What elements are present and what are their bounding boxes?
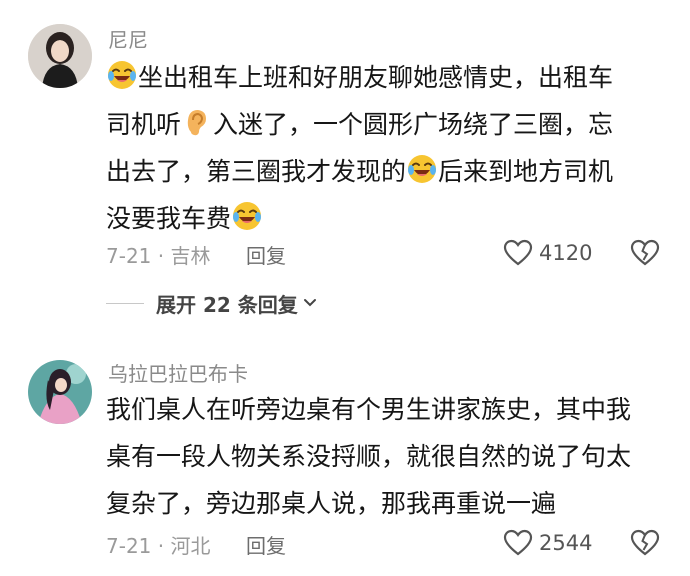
comment-text-segment: 坐出租车上班和好朋友聊她感情史，出租车 xyxy=(138,63,614,92)
heart-outline-icon xyxy=(503,239,533,266)
username[interactable]: 尼尼 xyxy=(108,28,148,52)
comment-meta: 7-21 · 河北 回复 2544 xyxy=(106,528,670,558)
avatar[interactable] xyxy=(28,24,92,88)
comment-text-segment: 没要我车费 xyxy=(106,204,232,233)
like-count: 2544 xyxy=(539,531,593,555)
comment-item: 乌拉巴拉巴布卡 我们桌人在听旁边桌有个男生讲家族史，其中我 桌有一段人物关系没捋… xyxy=(0,350,690,576)
comment-text: 坐出租车上班和好朋友聊她感情史，出租车司机听 入迷了，一个圆形广场绕了三圈，忘出去… xyxy=(106,54,666,242)
crying-laughing-face-icon xyxy=(231,200,263,232)
dislike-button[interactable] xyxy=(630,528,660,563)
crying-laughing-face-icon xyxy=(406,153,438,185)
comment-text-line: 复杂了，旁边那桌人说，那我再重说一遍 xyxy=(106,489,557,518)
username[interactable]: 乌拉巴拉巴布卡 xyxy=(108,362,248,386)
broken-heart-icon xyxy=(630,239,660,266)
reply-button[interactable]: 回复 xyxy=(246,240,286,269)
avatar[interactable] xyxy=(28,360,92,424)
date-location: 7-21 · 吉林 xyxy=(106,244,211,268)
comment-text-segment: 后来到地方司机 xyxy=(438,157,614,186)
crying-laughing-face-icon xyxy=(106,59,138,91)
broken-heart-icon xyxy=(630,529,660,556)
comment-text-line: 桌有一段人物关系没捋顺，就很自然的说了句太 xyxy=(106,442,632,471)
comment-text-segment: 出去了，第三圈我才发现的 xyxy=(106,157,407,186)
comment-text-line: 我们桌人在听旁边桌有个男生讲家族史，其中我 xyxy=(106,395,632,424)
ear-icon xyxy=(181,106,213,138)
like-button[interactable]: 4120 xyxy=(503,238,592,268)
date-location: 7-21 · 河北 xyxy=(106,534,211,558)
dislike-button[interactable] xyxy=(630,238,660,273)
reply-button[interactable]: 回复 xyxy=(246,530,286,559)
comment-meta: 7-21 · 吉林 回复 4120 xyxy=(106,238,670,268)
like-count: 4120 xyxy=(539,241,593,265)
comment-item: 尼尼 坐出租车上班和好朋友聊她感情史，出租车司机听 入迷了，一个圆形广场绕了三圈，… xyxy=(0,0,690,330)
comment-text-segment: 入迷了，一个圆形广场绕了三圈，忘 xyxy=(213,110,614,139)
expand-replies-label: 展开 22 条回复 xyxy=(156,292,298,317)
expand-replies[interactable]: 展开 22 条回复 xyxy=(106,288,318,318)
heart-outline-icon xyxy=(503,529,533,556)
divider xyxy=(106,302,144,304)
comment-text-segment: 司机听 xyxy=(106,110,182,139)
comment-text: 我们桌人在听旁边桌有个男生讲家族史，其中我 桌有一段人物关系没捋顺，就很自然的说… xyxy=(106,386,666,527)
comment-list: 尼尼 坐出租车上班和好朋友聊她感情史，出租车司机听 入迷了，一个圆形广场绕了三圈，… xyxy=(0,0,690,576)
chevron-down-icon xyxy=(303,299,316,307)
like-button[interactable]: 2544 xyxy=(503,528,592,558)
